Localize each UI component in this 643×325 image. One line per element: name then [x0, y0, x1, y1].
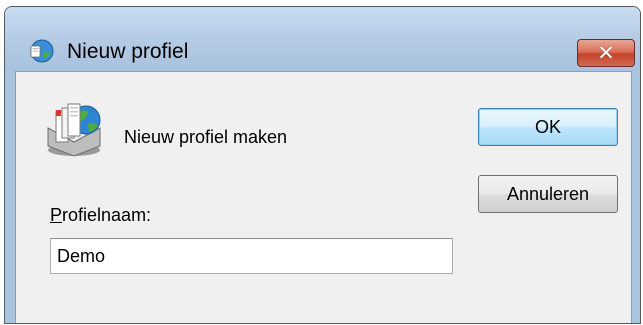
profile-globe-icon — [30, 39, 54, 63]
close-button[interactable]: ✕ — [577, 39, 635, 67]
dialog-heading: Nieuw profiel maken — [124, 127, 288, 147]
cancel-button[interactable]: Annuleren — [478, 175, 618, 213]
close-icon: ✕ — [597, 40, 615, 65]
label-text: rofielnaam: — [62, 205, 152, 225]
dialog-body: Nieuw profiel maken Profielnaam: OK Annu… — [15, 71, 632, 323]
title-bar[interactable]: Nieuw profiel ✕ — [5, 7, 640, 71]
ok-button[interactable]: OK — [478, 108, 618, 146]
label-accelerator: P — [50, 205, 63, 225]
dialog-window: Nieuw profiel ✕ Nieuw profiel maken Prof… — [4, 6, 641, 324]
profile-name-label: Profielnaam: — [50, 205, 151, 226]
profile-name-input[interactable] — [50, 238, 453, 274]
window-title: Nieuw profiel — [67, 40, 189, 63]
mail-profile-icon — [47, 103, 101, 157]
